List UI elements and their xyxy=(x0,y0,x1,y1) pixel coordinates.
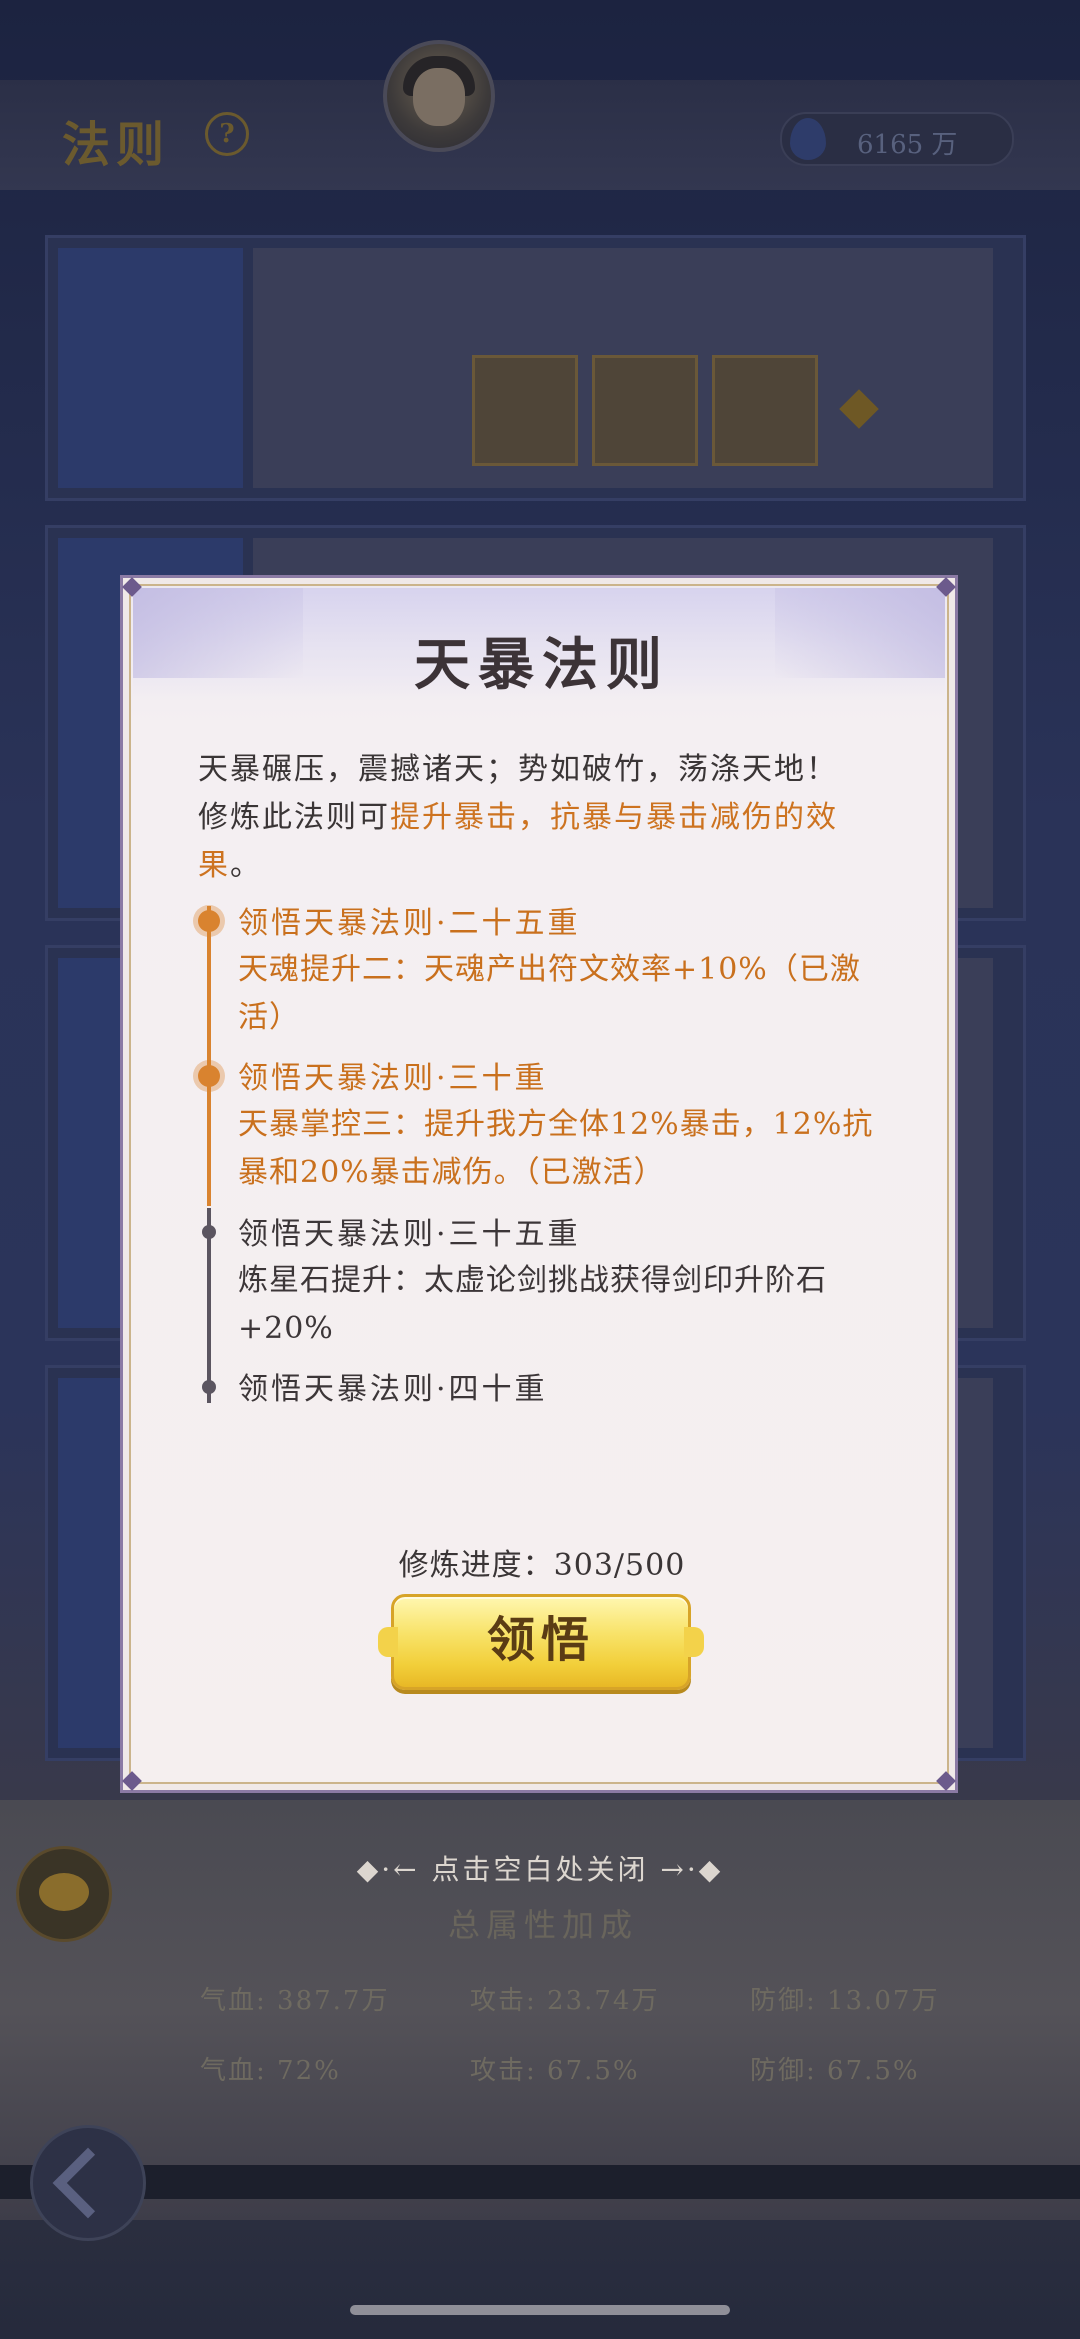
stat-attack: 攻击: 23.74万 xyxy=(470,1986,660,2016)
milestone-dot-active xyxy=(198,1065,220,1087)
milestone-title: 领悟天暴法则·四十重 xyxy=(238,1372,548,1407)
button-wing-right xyxy=(684,1627,704,1657)
stat-defense: 防御: 13.07万 xyxy=(750,1986,940,2016)
stat-hp-pct: 气血: 72% xyxy=(200,2056,341,2086)
comprehend-button[interactable]: 领悟 xyxy=(378,1594,704,1690)
reward-card-2 xyxy=(592,355,698,466)
milestone-effect: 炼星石提升：太虚论剑挑战获得剑印升阶石+20% xyxy=(238,1263,827,1346)
description-effect: 修炼此法则可提升暴击，抗暴与暴击减伤的效果。 xyxy=(198,794,898,890)
milestone-dot-inactive xyxy=(202,1380,216,1394)
comprehend-button-label: 领悟 xyxy=(486,1612,595,1668)
button-wing-left xyxy=(378,1627,398,1657)
currency-value: 6165 万 xyxy=(857,130,958,160)
timeline-line-active xyxy=(207,906,211,1206)
corner-ornament xyxy=(936,1771,956,1791)
attribute-summary-title: 总属性加成 xyxy=(448,1906,639,1944)
stat-defense-pct: 防御: 67.5% xyxy=(750,2056,920,2086)
law-detail-dialog: 天暴法则 天暴碾压，震撼诸天；势如破竹，荡涤天地！ 修炼此法则可提升暴击，抗暴与… xyxy=(120,575,958,1793)
milestone-dot-active xyxy=(198,910,220,932)
close-hint[interactable]: ◆·← 点击空白处关闭 →·◆ xyxy=(0,1848,1080,1888)
milestone-title: 领悟天暴法则·二十五重 xyxy=(238,906,581,941)
avatar[interactable] xyxy=(383,40,495,152)
home-indicator[interactable] xyxy=(350,2305,730,2315)
back-button[interactable] xyxy=(30,2125,146,2241)
milestone-title: 领悟天暴法则·三十五重 xyxy=(238,1217,581,1252)
law-description: 天暴碾压，震撼诸天；势如破竹，荡涤天地！ 修炼此法则可提升暴击，抗暴与暴击减伤的… xyxy=(198,746,898,890)
stat-attack-pct: 攻击: 67.5% xyxy=(470,2056,640,2086)
law-panel-tab xyxy=(58,248,243,488)
page-title: 法则 xyxy=(62,117,171,173)
water-drop-icon xyxy=(790,118,826,160)
milestone-effect: 天暴掌控三：提升我方全体12%暴击，12%抗暴和20%暴击减伤。（已激活） xyxy=(238,1107,874,1190)
cultivation-progress: 修炼进度：303/500 xyxy=(398,1548,686,1583)
corner-ornament xyxy=(122,1771,142,1791)
stat-hp: 气血: 387.7万 xyxy=(200,1986,390,2016)
reward-card-1 xyxy=(472,355,578,466)
milestone-effect: 天魂提升二：天魂产出符文效率+10%（已激活） xyxy=(238,952,861,1035)
description-line: 天暴碾压，震撼诸天；势如破竹，荡涤天地！ xyxy=(198,752,838,787)
description-suffix: 。 xyxy=(230,848,262,883)
avatar-face xyxy=(413,68,465,126)
bottom-nav-bar xyxy=(0,2165,1080,2199)
help-icon[interactable]: ? xyxy=(205,112,249,156)
dialog-title: 天暴法则 xyxy=(414,632,670,698)
milestone-title: 领悟天暴法则·三十重 xyxy=(238,1061,548,1096)
reward-card-3 xyxy=(712,355,818,466)
back-arrow-icon xyxy=(52,2147,124,2219)
description-prefix: 修炼此法则可 xyxy=(198,800,390,835)
milestone-dot-inactive xyxy=(202,1225,216,1239)
currency-display: 6165 万 xyxy=(780,112,1014,166)
